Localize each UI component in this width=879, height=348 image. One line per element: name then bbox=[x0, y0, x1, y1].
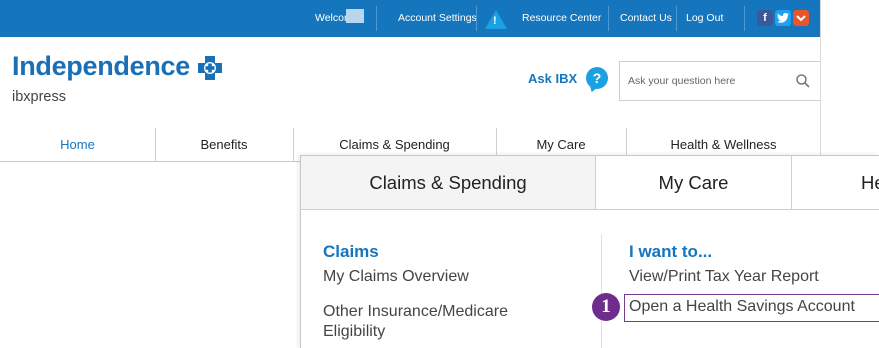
divider bbox=[608, 6, 609, 31]
divider bbox=[744, 6, 745, 31]
menu-item-tax-year-report[interactable]: View/Print Tax Year Report bbox=[629, 267, 819, 287]
divider bbox=[376, 6, 377, 31]
search-icon[interactable] bbox=[796, 74, 810, 88]
claims-heading: Claims bbox=[323, 242, 379, 261]
alert-icon[interactable]: ! bbox=[485, 10, 507, 29]
i-want-to-heading: I want to... bbox=[629, 242, 713, 261]
chevron-down-icon[interactable] bbox=[793, 10, 809, 26]
brand-logo-text[interactable]: Independence bbox=[12, 51, 190, 82]
nav-benefits[interactable]: Benefits bbox=[155, 128, 293, 161]
blue-cross-icon bbox=[198, 56, 222, 80]
ask-ibx-label[interactable]: Ask IBX bbox=[528, 71, 577, 86]
divider bbox=[676, 6, 677, 31]
zoomed-dropdown-panel: Claims & Spending My Care He Claims My C… bbox=[300, 155, 879, 348]
tab-claims-spending[interactable]: Claims & Spending bbox=[301, 156, 595, 209]
menu-item-my-claims-overview[interactable]: My Claims Overview bbox=[323, 267, 469, 287]
contact-us-link[interactable]: Contact Us bbox=[620, 0, 672, 37]
callout-number-badge: 1 bbox=[592, 293, 620, 321]
search-box bbox=[619, 61, 820, 101]
log-out-link[interactable]: Log Out bbox=[686, 0, 723, 37]
facebook-icon[interactable]: f bbox=[757, 10, 773, 26]
zoomed-nav: Claims & Spending My Care He bbox=[301, 156, 879, 210]
username-redacted bbox=[346, 9, 364, 23]
divider bbox=[791, 156, 792, 210]
menu-item-open-hsa[interactable]: Open a Health Savings Account bbox=[629, 297, 855, 317]
search-input[interactable] bbox=[620, 62, 790, 100]
nav-home[interactable]: Home bbox=[0, 128, 155, 161]
resource-center-link[interactable]: Resource Center bbox=[522, 0, 601, 37]
main-window: Welcome Account Settings ! Resource Cent… bbox=[0, 0, 821, 162]
tab-health-wellness[interactable]: He bbox=[861, 156, 879, 209]
column-divider bbox=[601, 234, 602, 348]
menu-item-other-insurance[interactable]: Other Insurance/Medicare Eligibility bbox=[323, 302, 573, 342]
question-bubble-icon[interactable]: ? bbox=[586, 67, 608, 89]
brand-subtitle: ibxpress bbox=[12, 89, 66, 105]
tab-my-care[interactable]: My Care bbox=[596, 156, 791, 209]
top-utility-bar: Welcome Account Settings ! Resource Cent… bbox=[0, 0, 820, 37]
twitter-icon[interactable] bbox=[775, 10, 791, 26]
account-settings-link[interactable]: Account Settings bbox=[398, 0, 477, 37]
divider bbox=[476, 6, 477, 31]
